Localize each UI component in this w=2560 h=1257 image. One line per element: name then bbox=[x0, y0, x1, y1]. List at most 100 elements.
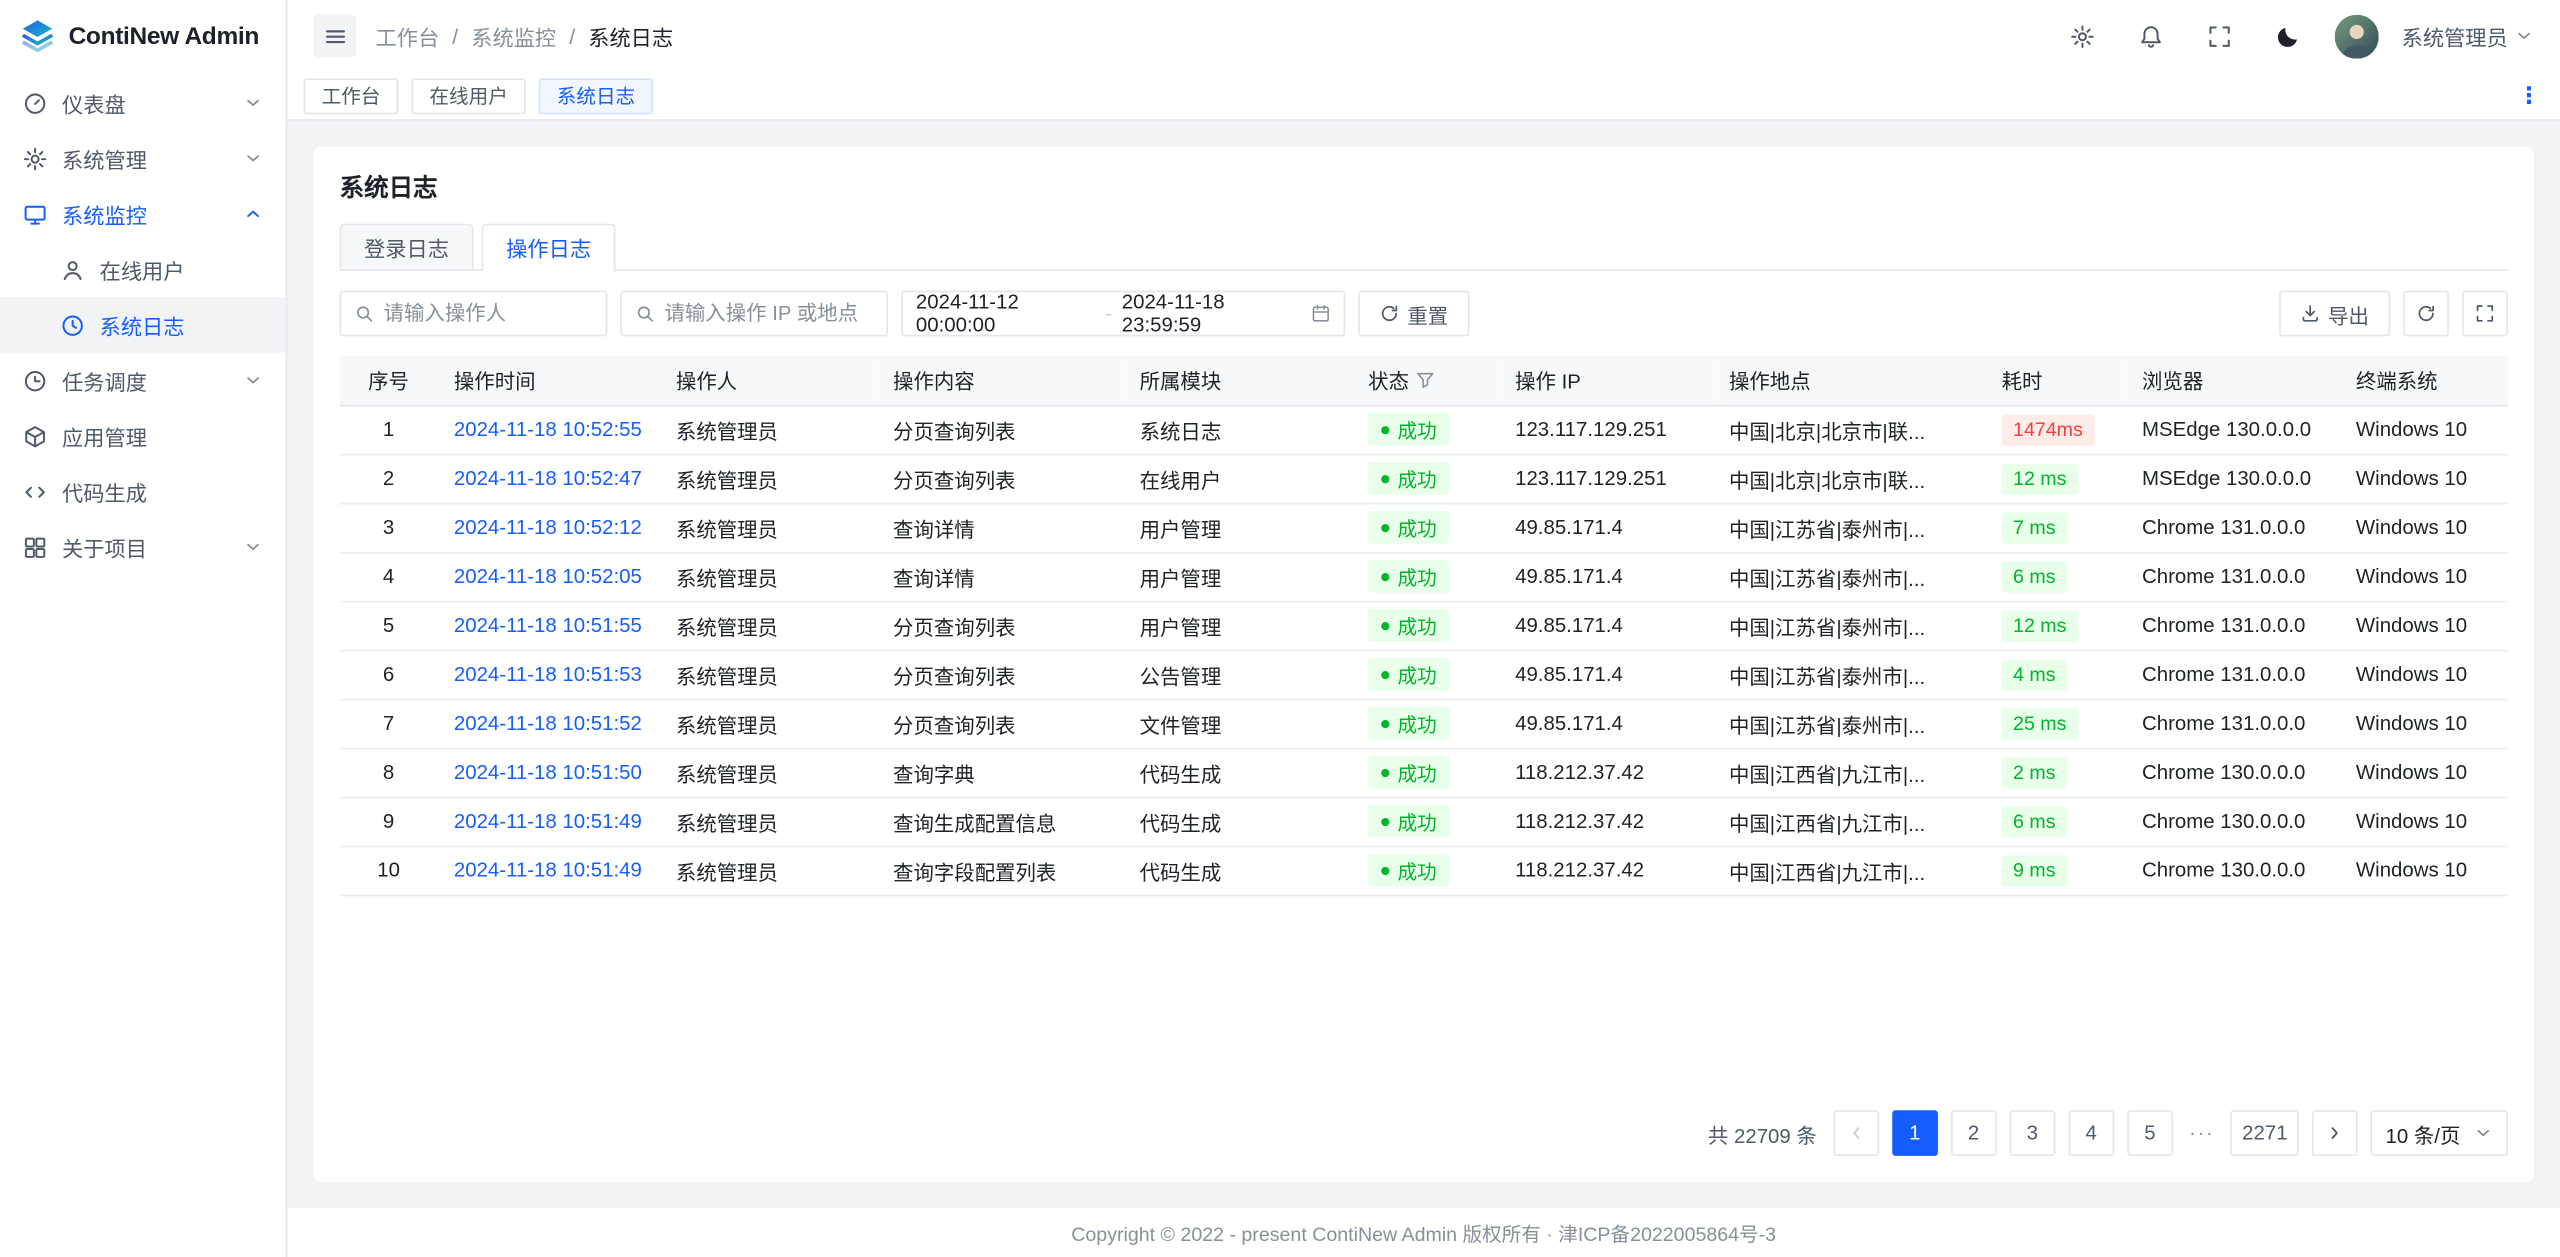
operation-time-link[interactable]: 2024-11-18 10:52:05 bbox=[454, 565, 642, 588]
breadcrumb-item[interactable]: 工作台 bbox=[376, 20, 440, 51]
sidebar-item-label: 系统监控 bbox=[62, 198, 229, 229]
col-header-status-label: 状态 bbox=[1368, 371, 1409, 394]
operation-time-link[interactable]: 2024-11-18 10:52:55 bbox=[454, 418, 642, 441]
page-button-2[interactable]: 2 bbox=[1951, 1110, 1997, 1156]
cell-duration: 1474ms bbox=[1985, 405, 2125, 454]
col-header-content: 操作内容 bbox=[877, 356, 1124, 405]
sidebar-collapse-button[interactable] bbox=[313, 15, 355, 57]
cell-operator: 系统管理员 bbox=[660, 601, 877, 650]
table-row: 92024-11-18 10:51:49系统管理员查询生成配置信息代码生成成功1… bbox=[340, 797, 2508, 846]
export-button[interactable]: 导出 bbox=[2279, 291, 2390, 337]
sidebar-item-system-log[interactable]: 系统日志 bbox=[0, 297, 286, 353]
page-button-5[interactable]: 5 bbox=[2127, 1110, 2173, 1156]
page-title: 系统日志 bbox=[340, 170, 2508, 204]
log-table-body: 12024-11-18 10:52:55系统管理员分页查询列表系统日志成功123… bbox=[340, 405, 2508, 895]
search-icon bbox=[635, 304, 655, 324]
pagination-ellipsis-icon[interactable]: ··· bbox=[2186, 1122, 2218, 1145]
tabs-more-icon[interactable]: ⋮ bbox=[2514, 82, 2543, 110]
operation-time-link[interactable]: 2024-11-18 10:51:50 bbox=[454, 761, 642, 784]
sidebar-item-task-schedule[interactable]: 任务调度 bbox=[0, 353, 286, 409]
operation-time-link[interactable]: 2024-11-18 10:51:52 bbox=[454, 712, 642, 735]
cell-location: 中国|江苏省|泰州市|... bbox=[1713, 503, 1986, 552]
tab-login-log[interactable]: 登录日志 bbox=[340, 224, 474, 270]
notifications-button[interactable] bbox=[2129, 13, 2175, 59]
fullscreen-button[interactable] bbox=[2198, 13, 2244, 59]
cell-time: 2024-11-18 10:51:49 bbox=[438, 797, 660, 846]
table-row: 52024-11-18 10:51:55系统管理员分页查询列表用户管理成功49.… bbox=[340, 601, 2508, 650]
ip-search-field[interactable] bbox=[620, 291, 888, 337]
cell-time: 2024-11-18 10:52:47 bbox=[438, 454, 660, 503]
sidebar-item-dashboard[interactable]: 仪表盘 bbox=[0, 75, 286, 131]
sidebar-item-label: 应用管理 bbox=[62, 420, 263, 451]
reset-button[interactable]: 重置 bbox=[1358, 291, 1469, 337]
cell-time: 2024-11-18 10:51:52 bbox=[438, 699, 660, 748]
tab-online-users[interactable]: 在线用户 bbox=[411, 78, 525, 114]
cell-ip: 123.117.129.251 bbox=[1499, 454, 1713, 503]
operation-time-link[interactable]: 2024-11-18 10:52:12 bbox=[454, 516, 642, 539]
user-menu[interactable]: 系统管理员 bbox=[2402, 20, 2534, 51]
status-dot-icon bbox=[1381, 474, 1389, 482]
operation-time-link[interactable]: 2024-11-18 10:51:55 bbox=[454, 614, 642, 637]
table-refresh-button[interactable] bbox=[2403, 291, 2449, 337]
cell-index: 5 bbox=[340, 601, 438, 650]
cell-duration: 6 ms bbox=[1985, 797, 2125, 846]
duration-badge: 12 ms bbox=[2002, 463, 2078, 494]
dark-mode-toggle[interactable] bbox=[2266, 13, 2312, 59]
status-dot-icon bbox=[1381, 621, 1389, 629]
cell-duration: 7 ms bbox=[1985, 503, 2125, 552]
sidebar-item-system-monitor[interactable]: 系统监控 bbox=[0, 186, 286, 242]
operation-time-link[interactable]: 2024-11-18 10:51:49 bbox=[454, 859, 642, 882]
col-header-os: 终端系统 bbox=[2340, 356, 2508, 405]
status-dot-icon bbox=[1381, 768, 1389, 776]
page-button-1[interactable]: 1 bbox=[1892, 1110, 1938, 1156]
cell-os: Windows 10 bbox=[2340, 601, 2508, 650]
filter-icon[interactable] bbox=[1416, 371, 1436, 391]
cell-os: Windows 10 bbox=[2340, 552, 2508, 601]
operation-time-link[interactable]: 2024-11-18 10:51:53 bbox=[454, 663, 642, 686]
sidebar-item-app-management[interactable]: 应用管理 bbox=[0, 408, 286, 464]
page-button-4[interactable]: 4 bbox=[2068, 1110, 2114, 1156]
table-row: 72024-11-18 10:51:52系统管理员分页查询列表文件管理成功49.… bbox=[340, 699, 2508, 748]
breadcrumb-item[interactable]: 系统监控 bbox=[471, 20, 556, 51]
sidebar-item-online-users[interactable]: 在线用户 bbox=[0, 242, 286, 298]
schedule-icon bbox=[23, 368, 47, 392]
sidebar-item-about-project[interactable]: 关于项目 bbox=[0, 519, 286, 575]
cell-status: 成功 bbox=[1352, 454, 1499, 503]
status-badge: 成功 bbox=[1368, 609, 1450, 642]
prev-page-button[interactable] bbox=[1833, 1110, 1879, 1156]
cell-operator: 系统管理员 bbox=[660, 797, 877, 846]
tab-workbench[interactable]: 工作台 bbox=[304, 78, 399, 114]
cell-content: 分页查询列表 bbox=[877, 405, 1124, 454]
operator-search-field[interactable] bbox=[340, 291, 608, 337]
page-size-value: 10 条/页 bbox=[2386, 1118, 2461, 1149]
sidebar-item-system-management[interactable]: 系统管理 bbox=[0, 131, 286, 187]
col-header-status: 状态 bbox=[1352, 356, 1499, 405]
table-wrap: 序号 操作时间 操作人 操作内容 所属模块 状态 操作 IP 操作地点 bbox=[340, 356, 2508, 1087]
operator-search-input[interactable] bbox=[384, 302, 593, 325]
next-page-button[interactable] bbox=[2312, 1110, 2358, 1156]
page-size-select[interactable]: 10 条/页 bbox=[2371, 1110, 2508, 1156]
tab-operation-log[interactable]: 操作日志 bbox=[482, 224, 616, 270]
operation-time-link[interactable]: 2024-11-18 10:52:47 bbox=[454, 467, 642, 490]
status-badge: 成功 bbox=[1368, 805, 1450, 838]
duration-badge: 9 ms bbox=[2002, 855, 2067, 886]
ip-search-input[interactable] bbox=[664, 302, 873, 325]
page-button-last[interactable]: 2271 bbox=[2231, 1110, 2299, 1156]
cell-content: 分页查询列表 bbox=[877, 454, 1124, 503]
logo[interactable]: ContiNew Admin bbox=[0, 0, 286, 72]
page-button-3[interactable]: 3 bbox=[2010, 1110, 2056, 1156]
page-content: 系统日志 登录日志 操作日志 2024-11- bbox=[287, 121, 2560, 1208]
settings-button[interactable] bbox=[2060, 13, 2106, 59]
table-fullscreen-button[interactable] bbox=[2462, 291, 2508, 337]
table-row: 32024-11-18 10:52:12系统管理员查询详情用户管理成功49.85… bbox=[340, 503, 2508, 552]
cell-content: 查询详情 bbox=[877, 552, 1124, 601]
table-row: 22024-11-18 10:52:47系统管理员分页查询列表在线用户成功123… bbox=[340, 454, 2508, 503]
operation-time-link[interactable]: 2024-11-18 10:51:49 bbox=[454, 810, 642, 833]
cell-browser: MSEdge 130.0.0.0 bbox=[2126, 405, 2340, 454]
tab-system-log[interactable]: 系统日志 bbox=[539, 78, 653, 114]
date-range-picker[interactable]: 2024-11-12 00:00:00 - 2024-11-18 23:59:5… bbox=[901, 291, 1345, 337]
avatar[interactable] bbox=[2335, 14, 2379, 58]
expand-icon bbox=[2475, 304, 2495, 324]
sidebar-item-code-generation[interactable]: 代码生成 bbox=[0, 464, 286, 520]
status-label: 成功 bbox=[1398, 709, 1437, 737]
